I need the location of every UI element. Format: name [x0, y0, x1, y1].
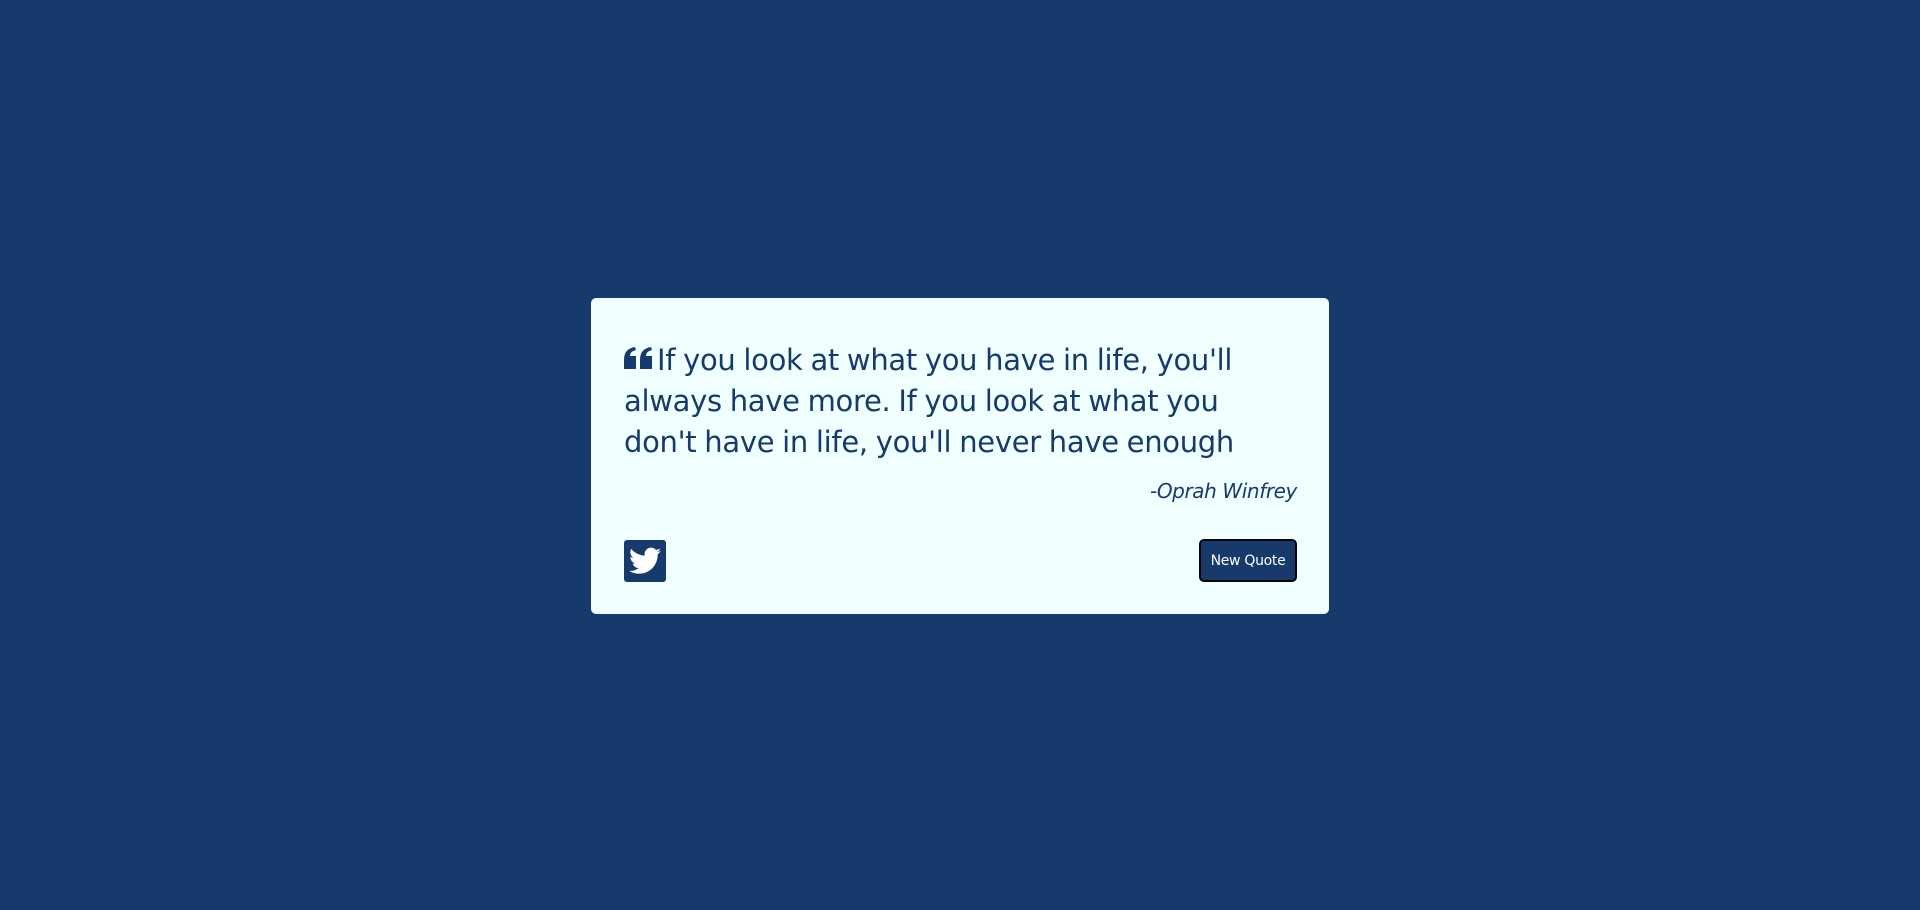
quote-box: If you look at what you have in life, yo… [591, 298, 1329, 614]
actions-bar: New Quote [624, 539, 1297, 582]
tweet-quote-button[interactable] [624, 540, 666, 582]
new-quote-button[interactable]: New Quote [1199, 539, 1297, 582]
quote-left-icon [624, 347, 652, 369]
quote-author: -Oprah Winfrey [1150, 479, 1297, 503]
twitter-icon [629, 547, 661, 574]
quote-text: If you look at what you have in life, yo… [624, 343, 1234, 459]
quote-text-block: If you look at what you have in life, yo… [624, 340, 1297, 463]
page-background: If you look at what you have in life, yo… [0, 0, 1920, 910]
